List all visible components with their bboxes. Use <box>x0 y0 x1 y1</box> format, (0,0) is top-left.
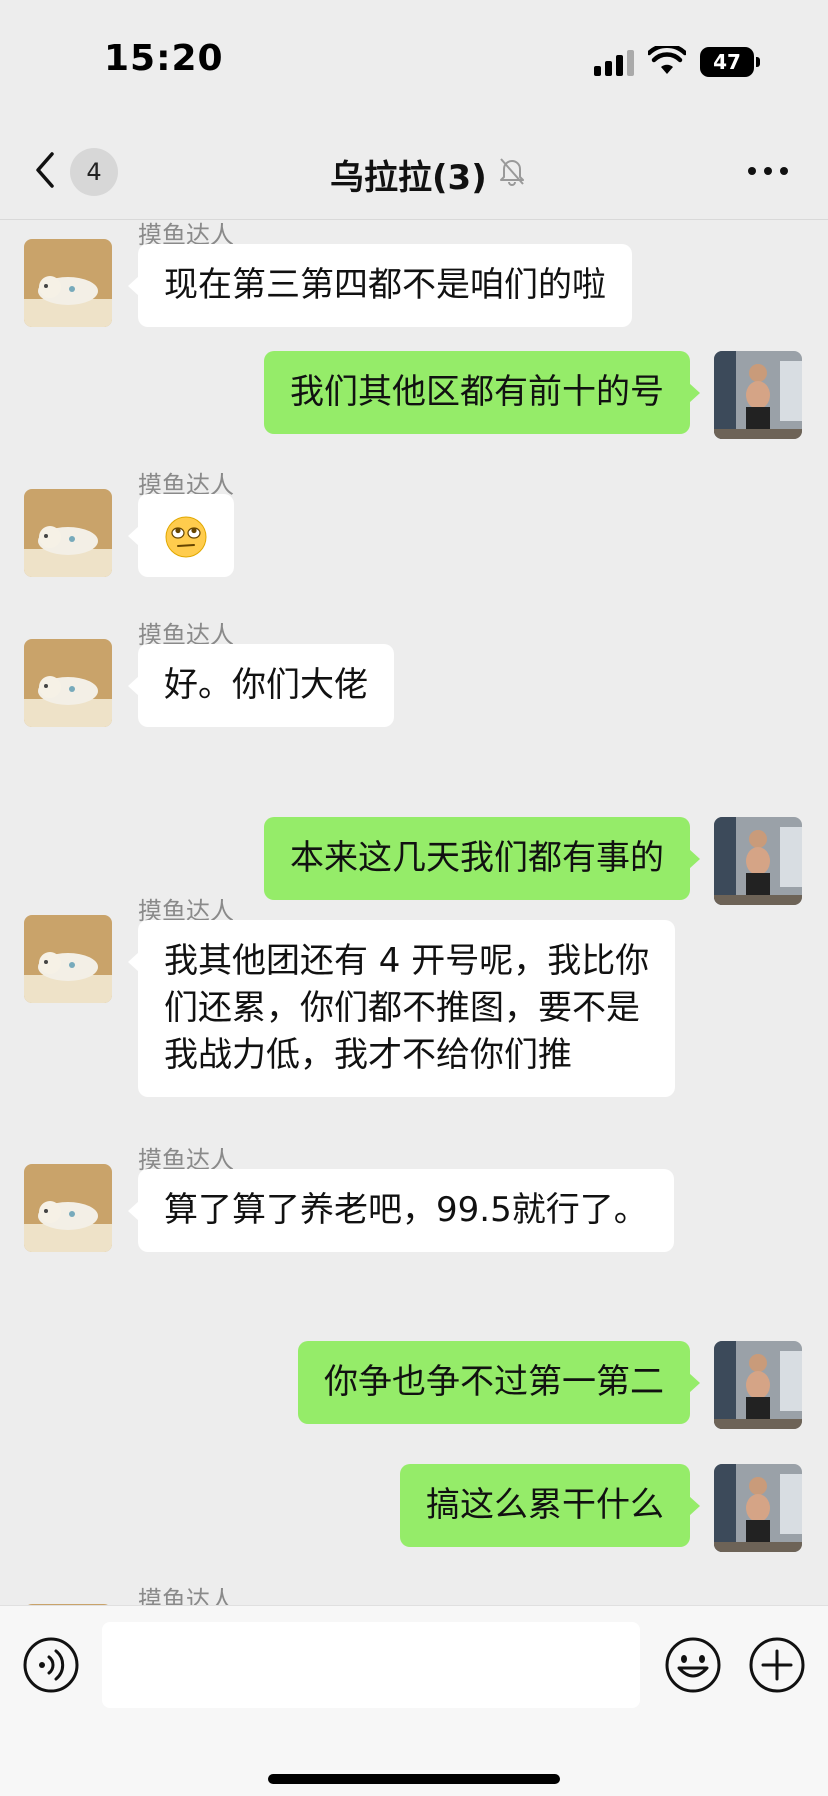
home-indicator <box>268 1774 560 1784</box>
battery-icon: 47 <box>700 47 762 77</box>
message-bubble[interactable] <box>128 494 234 577</box>
wifi-icon <box>648 46 686 74</box>
avatar-self[interactable] <box>714 351 802 439</box>
input-bar <box>0 1605 828 1796</box>
message-bubble[interactable]: 本来这几天我们都有事的 <box>264 817 700 900</box>
avatar-cat[interactable] <box>24 239 112 327</box>
status-time: 15:20 <box>104 38 224 79</box>
message-list[interactable]: 摸鱼达人 现在第三第四都不是咱们的啦 我们其他区都有前十的号 摸鱼达人 摸鱼达人… <box>0 221 828 1605</box>
message-line: 我战力低，我才不给你们推 <box>164 1035 572 1075</box>
avatar-cat[interactable] <box>24 639 112 727</box>
message-bubble[interactable]: 现在第三第四都不是咱们的啦 <box>128 244 632 327</box>
chat-title: 乌拉拉(3) <box>330 158 487 198</box>
status-bar: 15:20 47 <box>0 0 828 120</box>
avatar-self[interactable] <box>714 1341 802 1429</box>
message-bubble[interactable]: 你争也争不过第一第二 <box>298 1341 700 1424</box>
avatar-self[interactable] <box>714 817 802 905</box>
unread-count-badge[interactable]: 4 <box>70 148 118 196</box>
avatar-self[interactable] <box>714 1464 802 1552</box>
avatar-cat[interactable] <box>24 915 112 1003</box>
avatar-cat[interactable] <box>24 489 112 577</box>
message-bubble[interactable]: 好。你们大佬 <box>128 644 394 727</box>
plus-icon[interactable] <box>748 1636 806 1694</box>
chat-header: 4 乌拉拉(3) <box>0 120 828 220</box>
mute-bell-icon <box>500 158 524 186</box>
message-bubble[interactable]: 我们其他区都有前十的号 <box>264 351 700 434</box>
message-bubble[interactable]: 算了算了养老吧，99.5就行了。 <box>128 1169 674 1252</box>
back-chevron-icon[interactable] <box>30 150 60 190</box>
avatar-cat[interactable] <box>24 1164 112 1252</box>
sender-name: 摸鱼达人 <box>138 1586 234 1605</box>
voice-input-icon[interactable] <box>22 1636 80 1694</box>
message-line: 我其他团还有 4 开号呢，我比你 <box>164 941 650 981</box>
message-line: 们还累，你们都不推图，要不是 <box>164 988 640 1028</box>
message-bubble[interactable]: 我其他团还有 4 开号呢，我比你 们还累，你们都不推图，要不是 我战力低，我才不… <box>127 920 676 1097</box>
message-input[interactable] <box>102 1622 640 1708</box>
battery-level: 47 <box>700 47 754 77</box>
message-bubble[interactable]: 搞这么累干什么 <box>400 1464 700 1547</box>
more-options-icon[interactable] <box>744 156 792 186</box>
rolling-eyes-emoji-icon <box>165 516 207 557</box>
emoji-icon[interactable] <box>664 1636 722 1694</box>
cellular-signal-icon <box>594 50 634 76</box>
